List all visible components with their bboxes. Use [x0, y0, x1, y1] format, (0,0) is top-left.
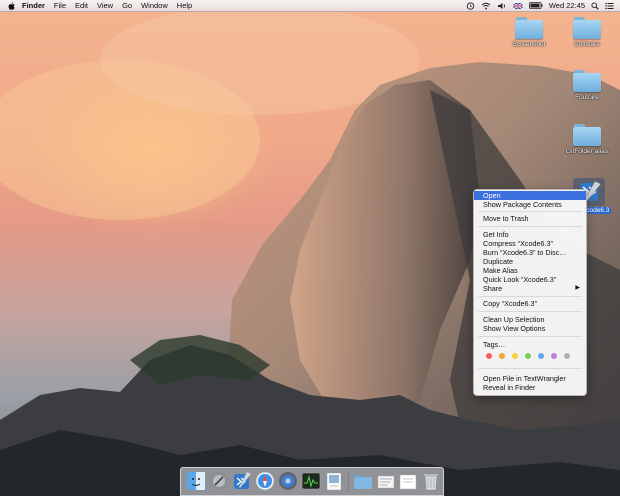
menu-item-open[interactable]: Open [474, 191, 586, 200]
finder-icon[interactable] [186, 471, 206, 491]
battery-icon[interactable] [528, 2, 543, 9]
desktop-folder-gitfolder-alias[interactable]: GitFolder alias [557, 124, 617, 155]
menu-item-reveal-in-finder[interactable]: Reveal in Finder [474, 383, 586, 392]
menu-go[interactable]: Go [122, 1, 132, 10]
spotlight-icon[interactable] [591, 1, 599, 10]
preview-icon[interactable] [324, 471, 344, 491]
menu-item-show-view-options[interactable]: Show View Options [474, 324, 586, 333]
menu-item-open-in-textwrangler[interactable]: Open File in TextWrangler [474, 374, 586, 383]
downloads-stack-icon[interactable] [398, 471, 418, 491]
folder-alias-icon [573, 124, 601, 146]
wifi-icon[interactable] [481, 2, 491, 10]
context-menu: Open Show Package Contents Move to Trash… [473, 189, 587, 396]
menu-separator [478, 226, 582, 227]
desktop-folder-software[interactable]: Software [557, 17, 617, 48]
menu-window[interactable]: Window [141, 1, 168, 10]
desktop-icon-label: Software [574, 41, 600, 48]
menu-bar: Finder File Edit View Go Window Help Wed… [0, 0, 620, 12]
tag-purple[interactable] [551, 353, 557, 359]
tag-color-row [486, 353, 577, 359]
folder-icon [573, 17, 601, 39]
dock-separator [348, 472, 349, 492]
desktop-icon-label: Screenshot [512, 41, 546, 48]
menu-help[interactable]: Help [177, 1, 192, 10]
safari-icon[interactable] [255, 471, 275, 491]
menu-item-share[interactable]: Share ▶ [474, 284, 586, 293]
time-machine-icon[interactable] [466, 1, 475, 10]
menu-file[interactable]: File [54, 1, 66, 10]
flag-icon[interactable] [513, 2, 523, 10]
tag-green[interactable] [525, 353, 531, 359]
menu-separator [478, 311, 582, 312]
menu-item-compress[interactable]: Compress “Xcode6.3” [474, 239, 586, 248]
system-preferences-icon[interactable] [278, 471, 298, 491]
notification-center-icon[interactable] [605, 2, 614, 10]
menu-item-move-to-trash[interactable]: Move to Trash [474, 214, 586, 223]
desktop-icon-label: Foutoire [575, 94, 599, 101]
menu-item-clean-up-selection[interactable]: Clean Up Selection [474, 315, 586, 324]
tag-yellow[interactable] [512, 353, 518, 359]
menu-item-tags[interactable]: Tags… [474, 340, 586, 349]
activity-monitor-icon[interactable] [301, 471, 321, 491]
menu-item-share-label: Share [483, 284, 503, 293]
desktop-icon-label: GitFolder alias [566, 148, 608, 155]
menu-edit[interactable]: Edit [75, 1, 88, 10]
folder-icon [515, 17, 543, 39]
dock [180, 467, 444, 496]
menu-item-burn-to-disc[interactable]: Burn “Xcode6.3” to Disc… [474, 248, 586, 257]
apple-icon[interactable] [8, 1, 16, 10]
folder-icon [573, 70, 601, 92]
menu-item-copy[interactable]: Copy “Xcode6.3” [474, 299, 586, 308]
desktop-folder-foutoire[interactable]: Foutoire [557, 70, 617, 101]
documents-folder-icon[interactable] [353, 471, 373, 491]
volume-icon[interactable] [497, 2, 507, 10]
menu-app-finder[interactable]: Finder [22, 1, 45, 10]
menu-separator [478, 368, 582, 369]
tag-blue[interactable] [538, 353, 544, 359]
xcode-icon[interactable] [232, 471, 252, 491]
tag-orange[interactable] [499, 353, 505, 359]
menu-item-show-package-contents[interactable]: Show Package Contents [474, 200, 586, 209]
menu-separator [478, 296, 582, 297]
applications-stack-icon[interactable] [376, 471, 396, 491]
trash-icon[interactable] [421, 471, 441, 491]
menu-item-quick-look[interactable]: Quick Look “Xcode6.3” [474, 275, 586, 284]
tag-gray[interactable] [564, 353, 570, 359]
menu-item-make-alias[interactable]: Make Alias [474, 266, 586, 275]
menu-view[interactable]: View [97, 1, 113, 10]
menu-clock[interactable]: Wed 22:45 [549, 1, 585, 10]
submenu-arrow-icon: ▶ [575, 285, 580, 291]
status-area: Wed 22:45 [460, 0, 614, 11]
menu-separator [478, 336, 582, 337]
menu-item-get-info[interactable]: Get Info [474, 230, 586, 239]
tag-red[interactable] [486, 353, 492, 359]
menu-separator [478, 211, 582, 212]
desktop-folder-screenshot[interactable]: Screenshot [499, 17, 559, 48]
launchpad-icon[interactable] [209, 471, 229, 491]
menu-item-duplicate[interactable]: Duplicate [474, 257, 586, 266]
